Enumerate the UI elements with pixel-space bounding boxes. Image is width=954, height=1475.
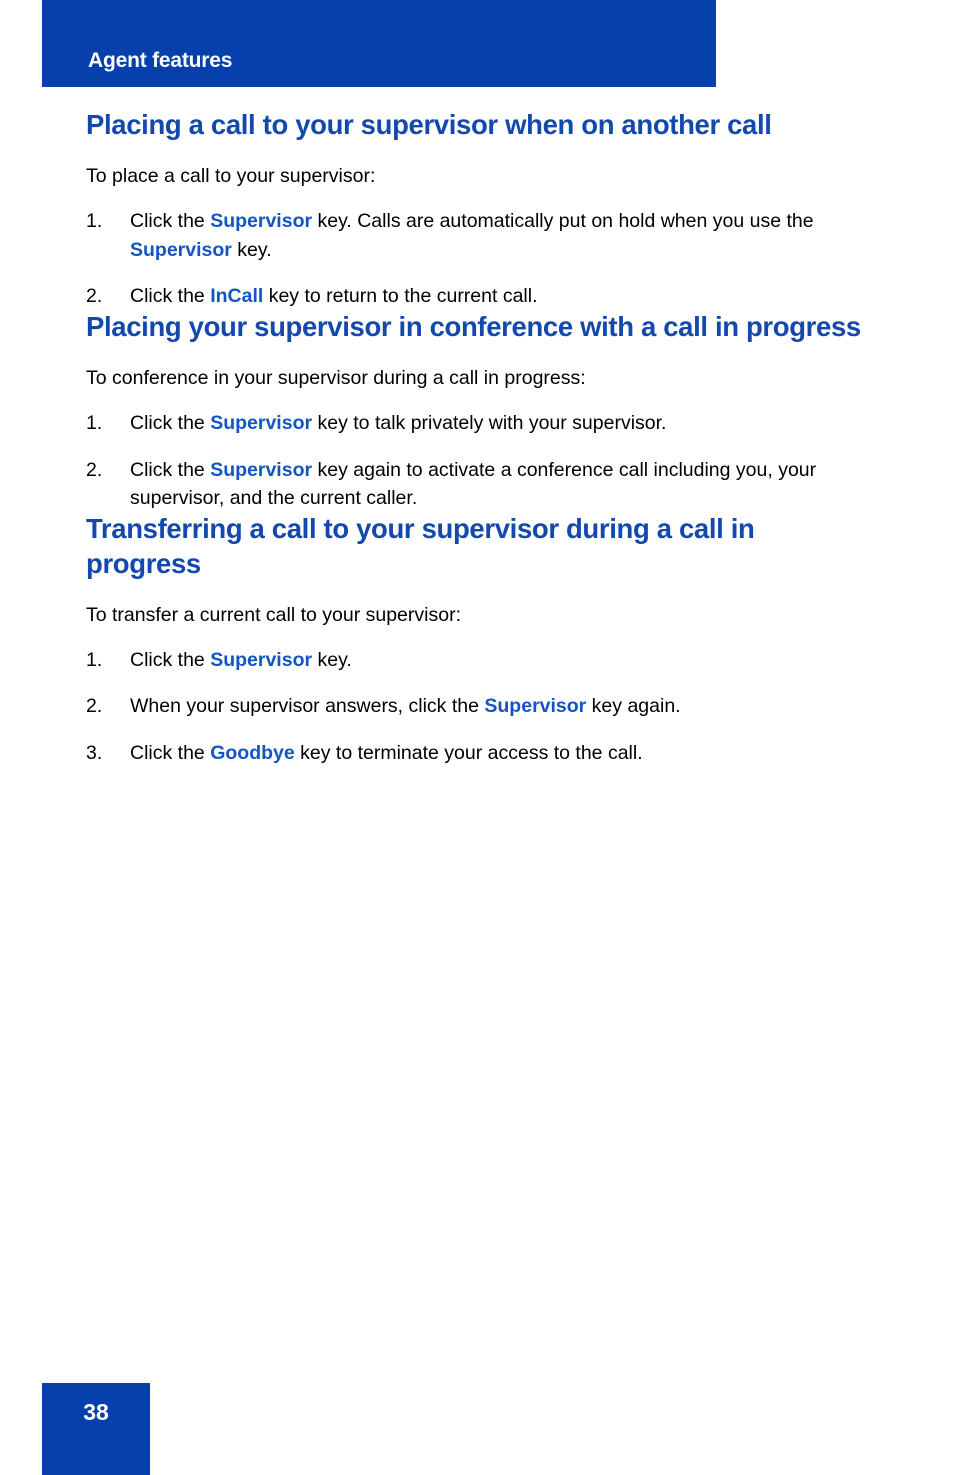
step-text-run: key.: [312, 649, 352, 672]
section-lead-3: To transfer a current call to your super…: [86, 603, 461, 626]
step-text: When your supervisor answers, click the …: [130, 695, 681, 717]
step-number: 2.: [86, 695, 103, 718]
key-name: Supervisor: [210, 210, 313, 233]
section-lead-2: To conference in your supervisor during …: [86, 366, 586, 389]
step-text-run: key to talk privately with your supervis…: [312, 412, 667, 435]
page-content: Placing a call to your supervisor when o…: [86, 108, 876, 767]
step-text-run: key to return to the current call.: [263, 284, 538, 307]
step-text-run: Click the: [130, 458, 211, 481]
step-number: 1.: [86, 412, 103, 435]
step-text: Click the Supervisor key to talk private…: [130, 412, 666, 434]
step-item: 3. Click the Goodbye key to terminate you…: [86, 739, 876, 767]
step-number: 3.: [86, 741, 103, 764]
section-lead-1: To place a call to your supervisor:: [86, 164, 376, 187]
page-number: 38: [83, 1399, 109, 1425]
step-number: 2.: [86, 284, 103, 307]
step-item: 1. Click the Supervisor key.: [86, 646, 876, 674]
step-text-run: Click the: [130, 741, 211, 764]
step-text-run: key to terminate your access to the call…: [294, 741, 643, 764]
step-text: Click the Goodbye key to terminate your …: [130, 742, 643, 764]
step-list-1: 1. Click the Supervisor key. Calls are au…: [86, 207, 876, 310]
running-header-band: Agent features: [42, 0, 716, 87]
key-name: Goodbye: [210, 741, 295, 764]
step-text-run: When your supervisor answers, click the: [130, 695, 485, 718]
step-text-run: key. Calls are automatically put on hold…: [312, 210, 814, 233]
section-heading-3: Transferring a call to your supervisor d…: [86, 513, 755, 579]
section-heading-2: Placing your supervisor in conference wi…: [86, 311, 861, 343]
key-name: Supervisor: [484, 695, 587, 718]
key-name: Supervisor: [130, 238, 232, 261]
step-text-run: key again.: [586, 695, 681, 718]
step-list-3: 1. Click the Supervisor key. 2. When your s…: [86, 646, 876, 767]
step-text-run: Click the: [130, 210, 211, 233]
step-number: 2.: [86, 458, 103, 481]
step-list-2: 1. Click the Supervisor key to talk priva…: [86, 409, 876, 512]
step-text: Click the InCall key to return to the cu…: [130, 285, 538, 307]
section-heading-1: Placing a call to your supervisor when o…: [86, 109, 772, 140]
step-item: 1. Click the Supervisor key to talk priva…: [86, 409, 876, 437]
step-text-run: Click the: [130, 649, 211, 672]
step-text-run: key.: [231, 238, 272, 261]
key-name: Supervisor: [210, 412, 313, 435]
step-item: 2. Click the Supervisor key again to acti…: [86, 456, 876, 513]
step-item: 2. When your supervisor answers, click th…: [86, 692, 876, 720]
key-name: Supervisor: [210, 649, 313, 672]
page-number-block: 38: [42, 1383, 150, 1475]
step-item: 2. Click the InCall key to return to the …: [86, 282, 876, 310]
step-number: 1.: [86, 210, 103, 233]
step-text: Click the Supervisor key again to activa…: [130, 459, 816, 509]
step-text: Click the Supervisor key.: [130, 649, 352, 671]
step-text-run: Click the: [130, 412, 211, 435]
key-name: Supervisor: [210, 458, 313, 481]
step-text: Click the Supervisor key. Calls are auto…: [130, 210, 814, 260]
key-name: InCall: [210, 284, 264, 307]
step-number: 1.: [86, 649, 103, 672]
step-text-run: Click the: [130, 284, 211, 307]
running-header-title: Agent features: [88, 49, 233, 72]
step-item: 1. Click the Supervisor key. Calls are au…: [86, 207, 876, 264]
